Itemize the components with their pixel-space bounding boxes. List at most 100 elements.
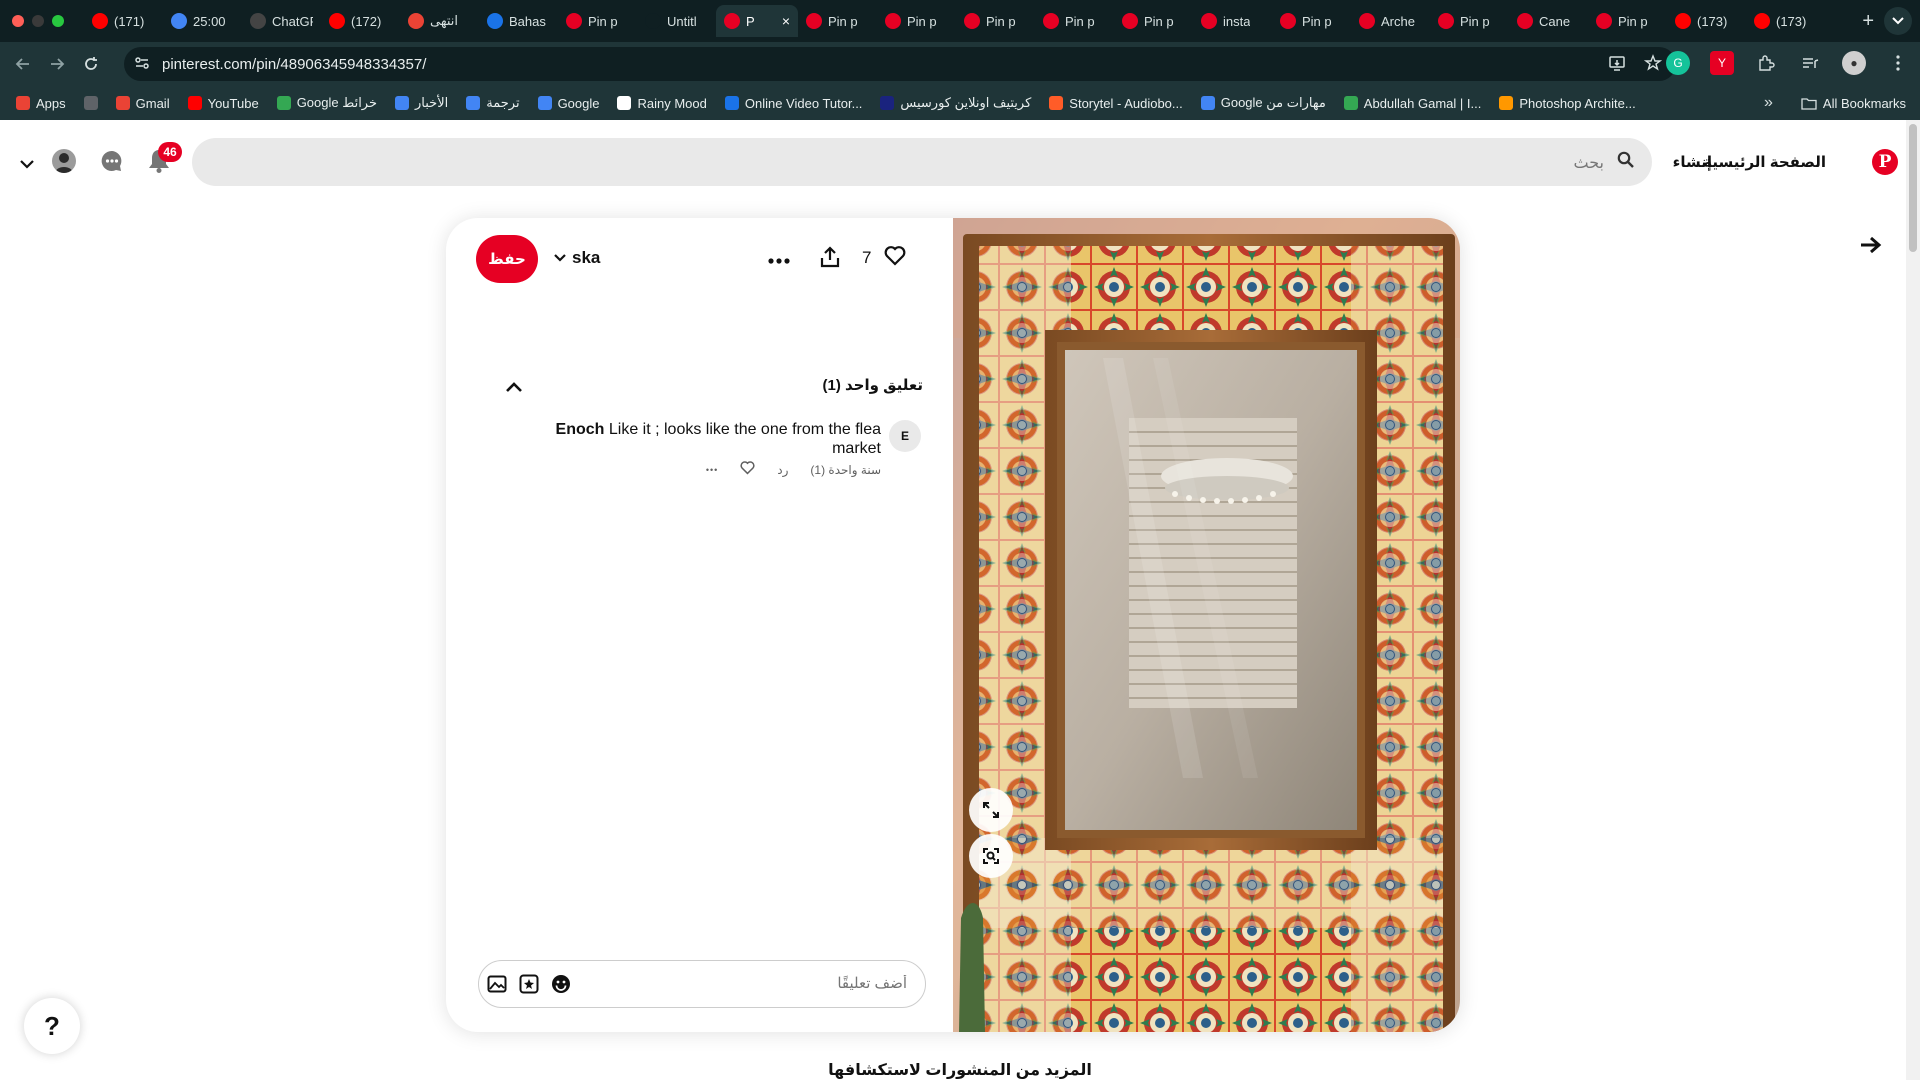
bookmark-star-icon[interactable]: [1643, 54, 1663, 76]
bookmark-label: Google: [557, 95, 600, 111]
bookmark-item[interactable]: ترجمة: [466, 95, 520, 111]
browser-tab[interactable]: (172): [321, 5, 400, 37]
address-bar[interactable]: pinterest.com/pin/48906345948334357/: [124, 47, 1676, 81]
browser-tab[interactable]: Untitl: [637, 5, 716, 37]
browser-tab[interactable]: insta: [1193, 5, 1272, 37]
url-text[interactable]: pinterest.com/pin/48906345948334357/: [162, 56, 426, 73]
browser-tab[interactable]: (173): [1667, 5, 1746, 37]
help-button[interactable]: ?: [24, 998, 80, 1054]
expand-image-icon[interactable]: [969, 788, 1013, 832]
browser-tab[interactable]: Bahas: [479, 5, 558, 37]
extensions-area: G Y ●: [1666, 51, 1910, 75]
commenter-avatar[interactable]: E: [889, 420, 921, 452]
browser-tab[interactable]: Pin p: [1588, 5, 1667, 37]
emoji-icon[interactable]: [551, 974, 571, 999]
home-link[interactable]: الصفحة الرئيسية: [1703, 153, 1826, 171]
bookmark-item[interactable]: Storytel - Audiobo...: [1049, 96, 1183, 111]
extensions-puzzle-icon[interactable]: [1754, 51, 1778, 75]
browser-tab[interactable]: Pin p: [1035, 5, 1114, 37]
browser-tab[interactable]: Pin p: [956, 5, 1035, 37]
grammarly-icon[interactable]: G: [1666, 51, 1690, 75]
maximize-window-button[interactable]: [52, 15, 64, 27]
browser-tab[interactable]: Cane: [1509, 5, 1588, 37]
tab-list: (171) 25:00 ChatGPT (172) انتهى Bahas Pin p Unt…: [84, 0, 1852, 42]
comment-reply-button[interactable]: رد: [777, 463, 788, 477]
collapse-comments-chevron-icon[interactable]: [506, 376, 522, 397]
user-avatar[interactable]: [52, 149, 76, 173]
comment-like-heart-icon[interactable]: [740, 461, 755, 478]
pinterest-icon: [1043, 13, 1059, 29]
more-options-button[interactable]: [768, 244, 790, 270]
minimize-window-button[interactable]: [32, 15, 44, 27]
bookmark-item[interactable]: Photoshop Archite...: [1499, 96, 1636, 111]
share-icon[interactable]: [820, 246, 840, 273]
comment-message: Like it ; looks like the one from the fl…: [608, 421, 881, 457]
back-icon[interactable]: [6, 47, 40, 81]
bookmark-item[interactable]: Rainy Mood: [617, 96, 707, 111]
browser-tab[interactable]: Pin p: [877, 5, 956, 37]
site-settings-icon[interactable]: [134, 55, 150, 74]
bookmark-item[interactable]: الأخبار: [395, 95, 448, 111]
browser-tab[interactable]: Pin p: [798, 5, 877, 37]
pin-image[interactable]: [953, 218, 1460, 1032]
bookmark-item[interactable]: Apps: [16, 96, 66, 111]
bookmark-item[interactable]: Abdullah Gamal | I...: [1343, 96, 1481, 111]
browser-tab[interactable]: P ×: [716, 5, 798, 37]
yandex-icon[interactable]: Y: [1710, 51, 1734, 75]
bookmark-item[interactable]: Gmail: [115, 96, 170, 111]
save-button[interactable]: حفظ: [476, 235, 538, 283]
profile-avatar-icon[interactable]: ●: [1842, 51, 1866, 75]
bookmark-item[interactable]: Google مهارات من: [1200, 95, 1326, 111]
close-window-button[interactable]: [12, 15, 24, 27]
pinterest-logo[interactable]: P: [1872, 149, 1898, 175]
browser-tab[interactable]: 25:00: [163, 5, 242, 37]
image-upload-icon[interactable]: [487, 974, 507, 999]
bookmark-item[interactable]: [83, 96, 98, 110]
messages-icon[interactable]: [100, 149, 124, 178]
media-controls-icon[interactable]: [1798, 51, 1822, 75]
sticker-icon[interactable]: [519, 974, 539, 999]
reload-icon[interactable]: [74, 47, 108, 81]
rain-icon: [617, 96, 632, 110]
search-input[interactable]: بحث: [192, 138, 1652, 186]
tab-search-icon[interactable]: [1884, 7, 1912, 35]
all-bookmarks-button[interactable]: All Bookmarks: [1801, 96, 1906, 111]
bookmark-item[interactable]: كريتيف اونلاين كورسيس: [880, 95, 1031, 111]
comment-more-button[interactable]: •••: [706, 465, 718, 475]
like-count: 7: [862, 248, 872, 267]
comment-author[interactable]: Enoch: [556, 421, 605, 438]
install-app-icon[interactable]: [1608, 54, 1626, 76]
bookmark-item[interactable]: Google: [537, 95, 600, 111]
browser-tab[interactable]: (171): [84, 5, 163, 37]
bookmark-item[interactable]: Online Video Tutor...: [724, 96, 862, 111]
scrollbar-thumb[interactable]: [1909, 124, 1917, 252]
pinterest-icon: [566, 13, 582, 29]
next-pin-arrow-icon[interactable]: [1860, 230, 1882, 261]
browser-tab[interactable]: Pin p: [1430, 5, 1509, 37]
google-icon: [1200, 96, 1215, 110]
browser-tab[interactable]: Arche: [1351, 5, 1430, 37]
page-scrollbar[interactable]: [1906, 120, 1920, 1080]
bookmarks-overflow-button[interactable]: »: [1764, 94, 1773, 112]
visual-search-icon[interactable]: [969, 834, 1013, 878]
pinterest-icon: [1280, 13, 1296, 29]
forward-icon[interactable]: [40, 47, 74, 81]
board-selector[interactable]: ska: [554, 248, 600, 268]
browser-tab[interactable]: انتهى: [400, 5, 479, 37]
browser-tab[interactable]: Pin p: [1272, 5, 1351, 37]
browser-tab[interactable]: (173): [1746, 5, 1825, 37]
new-tab-button[interactable]: +: [1852, 10, 1884, 33]
bookmark-item[interactable]: YouTube: [187, 96, 259, 111]
bookmark-item[interactable]: Google خرائط: [276, 95, 377, 111]
browser-tab[interactable]: Pin p: [1114, 5, 1193, 37]
browser-tab[interactable]: Pin p: [558, 5, 637, 37]
comment-input[interactable]: [607, 975, 907, 992]
pinterest-icon: [964, 13, 980, 29]
browser-menu-icon[interactable]: [1886, 51, 1910, 75]
tab-title: Pin p: [1065, 13, 1095, 29]
youtube-icon: [1675, 13, 1691, 29]
browser-tab[interactable]: ChatGPT: [242, 5, 321, 37]
heart-icon[interactable]: [884, 246, 906, 271]
account-menu-chevron-icon[interactable]: [20, 156, 34, 174]
close-tab-icon[interactable]: ×: [782, 13, 790, 29]
